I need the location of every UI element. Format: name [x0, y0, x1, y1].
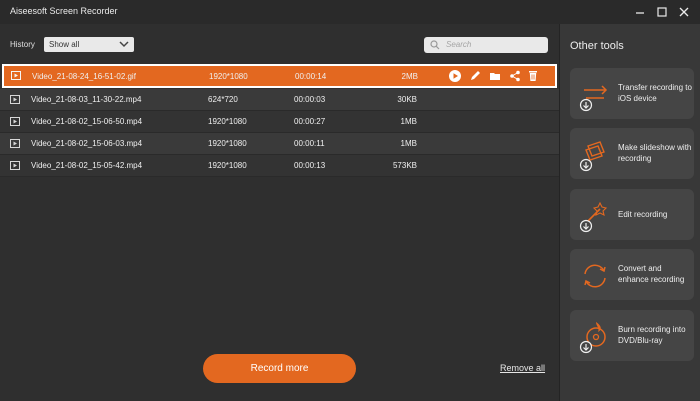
recording-resolution: 1920*1080 — [208, 139, 247, 148]
search-icon — [430, 40, 440, 50]
search-input[interactable]: Search — [424, 37, 548, 53]
recording-duration: 00:00:03 — [294, 95, 326, 104]
convert-icon — [578, 259, 612, 293]
video-file-icon — [10, 95, 20, 104]
list-item[interactable]: Video_21-08-03_11-30-22.mp4 624*720 00:0… — [0, 89, 559, 111]
tool-convert-enhance[interactable]: Convert and enhance recording — [570, 249, 694, 300]
recording-name: Video_21-08-03_11-30-22.mp4 — [31, 95, 142, 104]
search-placeholder: Search — [446, 40, 472, 49]
recording-list: Video_21-08-24_16-51-02.gif 1920*1080 00… — [0, 64, 559, 177]
recording-duration: 00:00:27 — [294, 117, 326, 126]
video-file-icon — [10, 161, 20, 170]
history-filter-value: Show all — [49, 40, 80, 49]
record-more-button[interactable]: Record more — [203, 354, 356, 383]
recording-resolution: 624*720 — [208, 95, 238, 104]
chevron-down-icon — [118, 37, 130, 52]
tool-transfer-recording[interactable]: Transfer recording to iOS device — [570, 68, 694, 119]
recording-duration: 00:00:11 — [294, 139, 325, 148]
tool-label: Make slideshow with recording — [618, 143, 692, 163]
list-item[interactable]: Video_21-08-02_15-06-50.mp4 1920*1080 00… — [0, 111, 559, 133]
recording-resolution: 1920*1080 — [208, 161, 247, 170]
recording-size: 2MB — [401, 72, 418, 81]
tool-label: Edit recording — [618, 210, 668, 219]
tool-label: Transfer recording to iOS device — [618, 83, 692, 103]
delete-icon[interactable] — [526, 69, 540, 83]
tool-burn-dvd[interactable]: Burn recording into DVD/Blu-ray — [570, 310, 694, 361]
recording-size: 30KB — [397, 95, 417, 104]
video-file-icon — [11, 71, 21, 80]
recording-resolution: 1920*1080 — [209, 72, 248, 81]
play-icon[interactable] — [448, 69, 462, 83]
list-item[interactable]: Video_21-08-02_15-05-42.mp4 1920*1080 00… — [0, 155, 559, 177]
history-panel: History Show all Search Video_21-08-24_1… — [0, 24, 559, 401]
edit-icon[interactable] — [468, 69, 482, 83]
share-icon[interactable] — [508, 69, 522, 83]
close-icon[interactable] — [676, 4, 692, 20]
recording-name: Video_21-08-02_15-06-50.mp4 — [31, 117, 143, 126]
burn-disc-icon — [578, 320, 612, 354]
tool-label: Burn recording into DVD/Blu-ray — [618, 325, 686, 345]
window-title: Aiseesoft Screen Recorder — [10, 6, 118, 16]
recording-size: 1MB — [400, 139, 417, 148]
tool-edit-recording[interactable]: Edit recording — [570, 189, 694, 240]
folder-icon[interactable] — [488, 69, 502, 83]
maximize-icon[interactable] — [654, 4, 670, 20]
video-file-icon — [10, 139, 20, 148]
slideshow-icon — [578, 138, 612, 172]
list-item[interactable]: Video_21-08-24_16-51-02.gif 1920*1080 00… — [2, 64, 557, 88]
tool-label: Convert and enhance recording — [618, 264, 685, 284]
history-label: History — [10, 40, 35, 49]
edit-magic-icon — [578, 199, 612, 233]
recording-size: 573KB — [392, 161, 417, 170]
history-filter-select[interactable]: Show all — [44, 37, 134, 52]
recording-name: Video_21-08-24_16-51-02.gif — [32, 72, 136, 81]
other-tools-title: Other tools — [570, 40, 624, 52]
transfer-icon — [578, 78, 612, 112]
recording-duration: 00:00:14 — [295, 72, 327, 81]
recording-name: Video_21-08-02_15-06-03.mp4 — [31, 139, 143, 148]
remove-all-link[interactable]: Remove all — [500, 363, 545, 373]
recording-duration: 00:00:13 — [294, 161, 326, 170]
tool-make-slideshow[interactable]: Make slideshow with recording — [570, 128, 694, 179]
recording-resolution: 1920*1080 — [208, 117, 247, 126]
list-item[interactable]: Video_21-08-02_15-06-03.mp4 1920*1080 00… — [0, 133, 559, 155]
minimize-icon[interactable] — [632, 4, 648, 20]
title-bar: Aiseesoft Screen Recorder — [0, 0, 700, 24]
other-tools-panel: Other tools Transfer recording to iOS de… — [559, 24, 700, 401]
recording-name: Video_21-08-02_15-05-42.mp4 — [31, 161, 143, 170]
recording-size: 1MB — [400, 117, 417, 126]
video-file-icon — [10, 117, 20, 126]
